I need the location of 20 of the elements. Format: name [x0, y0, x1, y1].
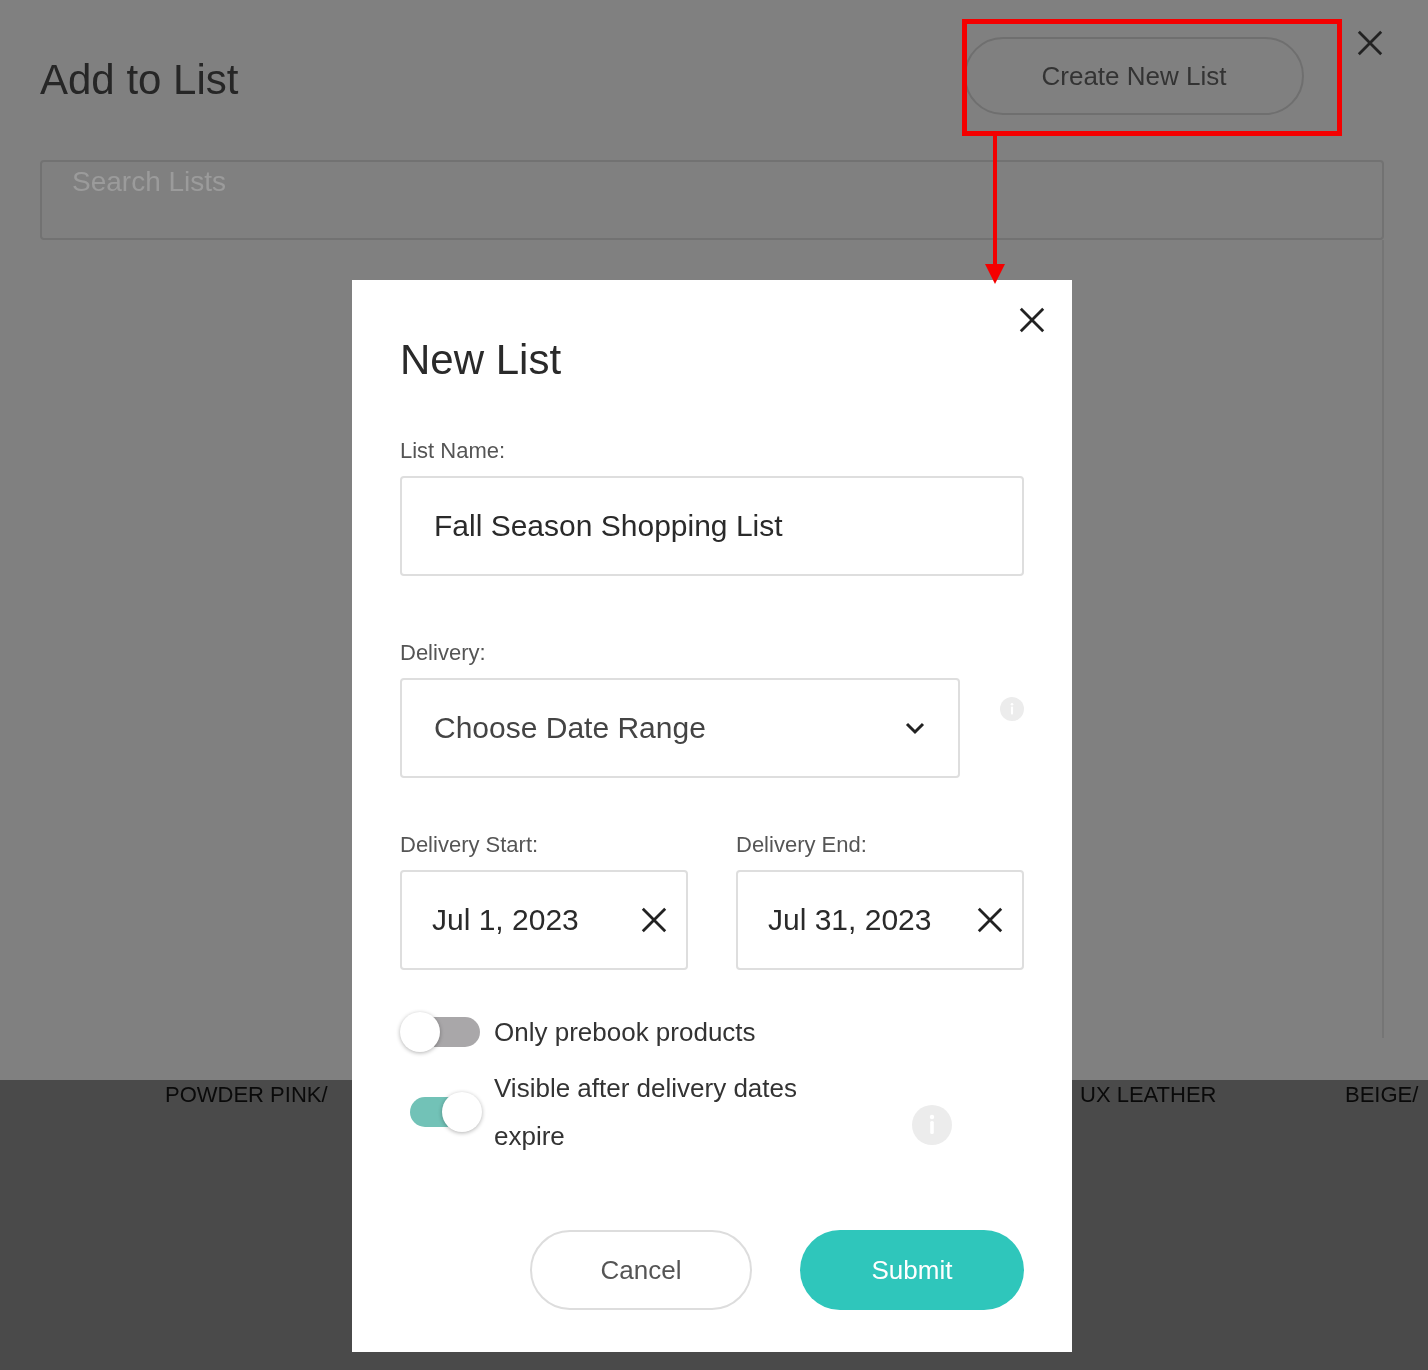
cancel-button[interactable]: Cancel [530, 1230, 752, 1310]
field-label: Delivery End: [736, 832, 868, 858]
chevron-down-icon [904, 721, 926, 735]
modal-title: New List [400, 336, 563, 384]
dropdown[interactable]: Choose Date Range [400, 678, 960, 778]
field-label: Delivery: [400, 640, 487, 666]
toggle-label: Only prebook products [494, 1016, 757, 1049]
input-field[interactable]: Jul 1, 2023 [400, 870, 688, 970]
dialog-title: Add to List [40, 56, 239, 104]
clear-icon[interactable] [640, 906, 668, 934]
product-label: POWDER PINK/ [165, 1082, 328, 1108]
product-label: UX LEATHER [1080, 1082, 1217, 1108]
field-label: Delivery Start: [400, 832, 540, 858]
close-icon[interactable] [1018, 306, 1046, 334]
input-field[interactable]: Jul 31, 2023 [736, 870, 1024, 970]
clear-icon[interactable] [976, 906, 1004, 934]
input-field[interactable]: Fall Season Shopping List [400, 476, 1024, 576]
product-label: BEIGE/ [1345, 1082, 1419, 1108]
toggle-label: Visible after delivery dates expire [494, 1072, 798, 1153]
field-label: List Name: [400, 438, 507, 464]
